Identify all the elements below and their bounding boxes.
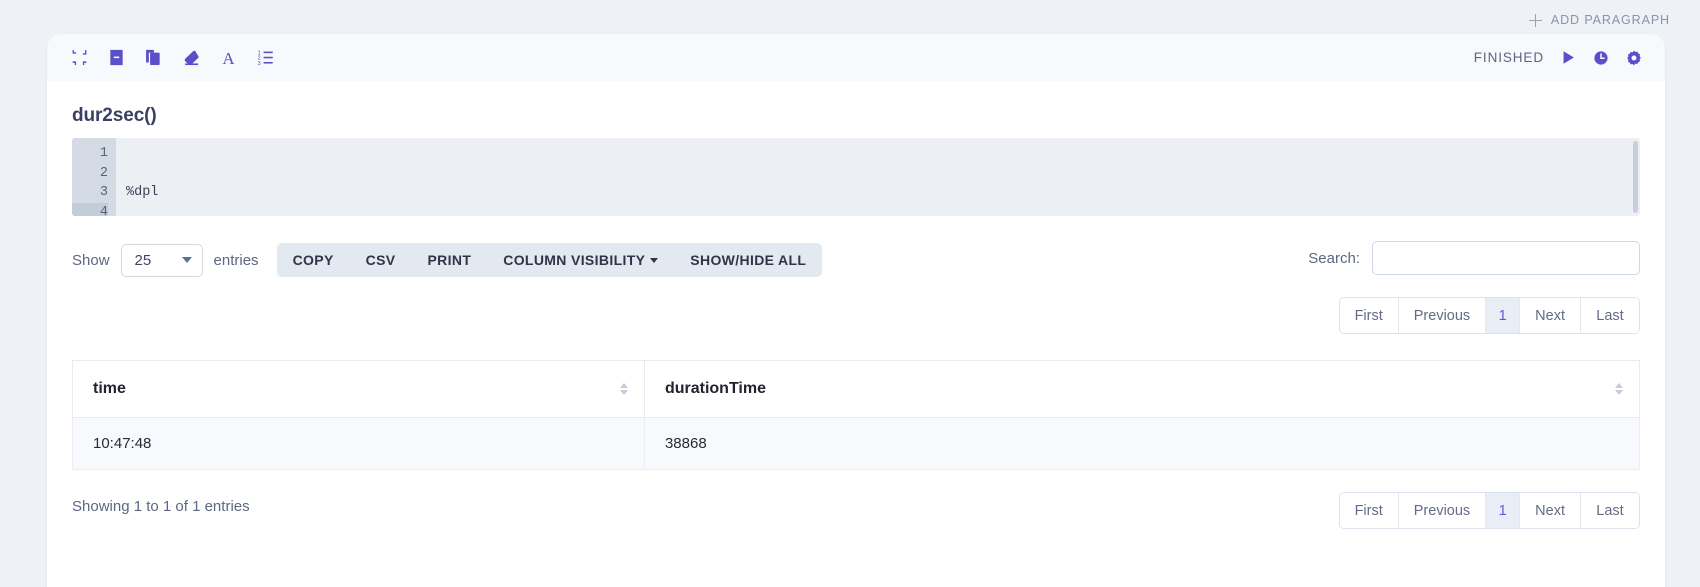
show-entries-group: Show 25 entries: [72, 243, 259, 277]
cell-time: 10:47:48: [72, 417, 645, 470]
pagination-first[interactable]: First: [1339, 298, 1399, 333]
table-head: time durationTime: [72, 360, 1641, 418]
table-footer: Showing 1 to 1 of 1 entries First Previo…: [72, 472, 1640, 529]
datatable-button-group: COPY CSV PRINT COLUMN VISIBILITY SHOW/HI…: [276, 243, 823, 277]
line-number: 2: [99, 165, 108, 181]
add-paragraph-button[interactable]: ADD PARAGRAPH: [1523, 9, 1676, 31]
page-length-select[interactable]: 25: [120, 243, 203, 277]
gear-icon[interactable]: [1626, 50, 1642, 66]
table-body: 10:47:48 38868: [72, 417, 1641, 470]
pagination-last[interactable]: Last: [1581, 298, 1639, 333]
page-title: dur2sec(): [72, 105, 157, 126]
editor-scrollbar[interactable]: [1633, 141, 1638, 213]
book-icon[interactable]: [109, 49, 124, 66]
pagination-bottom: First Previous 1 Next Last: [1338, 492, 1640, 529]
line-number: 3: [99, 185, 108, 200]
search-input[interactable]: [1372, 241, 1640, 275]
table-info: Showing 1 to 1 of 1 entries: [72, 498, 250, 515]
compress-icon[interactable]: [71, 49, 88, 66]
table-header-row: time durationTime: [72, 360, 1641, 418]
cell-durationtime: 38868: [643, 417, 1641, 470]
column-header-durationtime-label: durationTime: [664, 380, 766, 397]
list-ol-icon[interactable]: 1 2 3: [257, 49, 274, 66]
code-line: %dpl: [126, 185, 159, 200]
add-paragraph-label: ADD PARAGRAPH: [1550, 13, 1670, 27]
column-visibility-label: COLUMN VISIBILITY: [503, 252, 646, 268]
eraser-icon[interactable]: [183, 49, 200, 66]
csv-button[interactable]: CSV: [350, 243, 412, 277]
pagination-previous[interactable]: Previous: [1398, 493, 1487, 528]
datatable-controls: Show 25 entries COPY CSV PRINT COLUMN VI…: [72, 241, 1640, 277]
column-header-time[interactable]: time: [72, 360, 645, 418]
show-hide-all-button[interactable]: SHOW/HIDE ALL: [674, 243, 822, 277]
line-number: 1: [99, 146, 108, 161]
pagination-next[interactable]: Next: [1520, 493, 1581, 528]
page-length-value: 25: [134, 251, 152, 269]
pagination-next[interactable]: Next: [1520, 298, 1581, 333]
paragraph-card: A 1 2 3 FINISHED dur2sec() 1 2 3 4 %dpl …: [47, 34, 1665, 587]
results-table: time durationTime 10:47:48 38868: [72, 360, 1641, 470]
sort-icon: [619, 383, 628, 395]
play-icon[interactable]: [1561, 50, 1576, 65]
code-content[interactable]: %dpl | makeresults | eval time = "10:47:…: [116, 138, 1640, 216]
table-row: 10:47:48 38868: [72, 417, 1641, 470]
toolbar-icon-group: A 1 2 3: [71, 49, 274, 66]
clock-icon[interactable]: [1593, 50, 1609, 66]
column-header-durationtime[interactable]: durationTime: [643, 360, 1641, 418]
results-table-wrapper: time durationTime 10:47:48 38868: [72, 360, 1641, 470]
code-editor[interactable]: 1 2 3 4 %dpl | makeresults | eval time =…: [72, 138, 1640, 216]
print-button-label: PRINT: [427, 252, 472, 268]
csv-button-label: CSV: [365, 252, 396, 268]
status-badge: FINISHED: [1473, 50, 1544, 65]
show-label: Show: [72, 251, 110, 269]
plus-icon: [1528, 13, 1542, 27]
search-group: Search:: [1308, 241, 1640, 275]
column-header-time-label: time: [93, 380, 126, 397]
app-page: ADD PARAGRAPH A 1 2 3 FINISHED dur2sec()…: [0, 0, 1700, 587]
code-gutter: 1 2 3 4: [72, 138, 116, 216]
pagination-previous[interactable]: Previous: [1398, 298, 1487, 333]
chevron-down-icon: [181, 257, 192, 263]
pagination-last[interactable]: Last: [1581, 493, 1639, 528]
caret-down-icon: [650, 257, 659, 263]
copy-button-label: COPY: [292, 252, 334, 268]
column-visibility-button[interactable]: COLUMN VISIBILITY: [487, 243, 674, 277]
pagination-first[interactable]: First: [1339, 493, 1399, 528]
search-label: Search:: [1308, 249, 1360, 267]
pagination-page-1[interactable]: 1: [1486, 298, 1521, 333]
font-icon[interactable]: A: [221, 49, 236, 66]
show-hide-all-label: SHOW/HIDE ALL: [690, 252, 807, 268]
copy-button[interactable]: COPY: [277, 243, 350, 277]
svg-text:3: 3: [258, 61, 261, 66]
paragraph-toolbar: A 1 2 3 FINISHED: [47, 34, 1665, 81]
print-button[interactable]: PRINT: [411, 243, 487, 277]
toolbar-status-group: FINISHED: [1474, 50, 1642, 66]
pagination-page-1[interactable]: 1: [1486, 493, 1521, 528]
line-number: 4: [72, 202, 108, 216]
copy-icon[interactable]: [145, 49, 162, 66]
sort-icon: [1615, 383, 1623, 395]
entries-label: entries: [213, 251, 259, 269]
paragraph-body: dur2sec() 1 2 3 4 %dpl | makeresults | e…: [47, 81, 1665, 529]
svg-text:A: A: [222, 49, 235, 66]
pagination-top: First Previous 1 Next Last: [1338, 297, 1640, 334]
pagination-top-row: First Previous 1 Next Last: [72, 277, 1640, 334]
